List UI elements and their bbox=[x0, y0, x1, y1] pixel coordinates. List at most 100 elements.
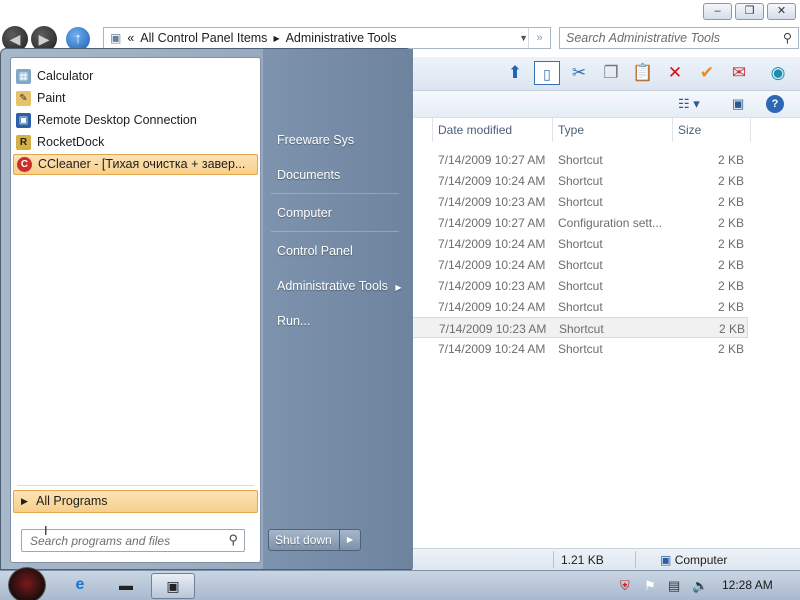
row-type: Shortcut bbox=[559, 322, 604, 336]
shutdown-button[interactable]: Shut down bbox=[268, 529, 340, 551]
row-type: Configuration sett... bbox=[558, 216, 663, 230]
search-input[interactable]: Search Administrative Tools ⚲ bbox=[559, 27, 799, 49]
divider bbox=[271, 231, 399, 232]
clock[interactable]: 12:28 AM bbox=[722, 578, 773, 592]
program-calculator[interactable]: ▦ Calculator bbox=[13, 66, 258, 87]
cut-icon[interactable]: ✂ bbox=[566, 61, 592, 85]
explorer-taskbar-icon[interactable]: ▣ bbox=[151, 573, 195, 599]
shield-icon[interactable]: ⛨ bbox=[620, 578, 630, 594]
checkmark-icon[interactable]: ✔ bbox=[694, 61, 720, 85]
system-tray: ⛨ ⚑ ▤ 🔈 12:28 AM bbox=[610, 571, 800, 600]
column-separator bbox=[672, 118, 673, 142]
start-menu: ▦ Calculator ✎ Paint ▣ Remote Desktop Co… bbox=[0, 48, 413, 570]
row-size: 2 KB bbox=[717, 258, 744, 272]
volume-icon[interactable]: 🔈 bbox=[692, 578, 708, 594]
status-location: ▣ Computer bbox=[660, 553, 727, 567]
column-headers: Date modified Type Size bbox=[410, 118, 800, 142]
close-button[interactable]: ✕ bbox=[767, 3, 796, 20]
row-date: 7/14/2009 10:24 AM bbox=[438, 174, 546, 188]
preview-pane-icon[interactable]: ▣ bbox=[732, 95, 744, 113]
program-label: RocketDock bbox=[37, 135, 105, 149]
table-row[interactable]: 7/14/2009 10:24 AM Shortcut 2 KB bbox=[410, 296, 800, 317]
start-item-freeware-sys[interactable]: Freeware Sys bbox=[277, 133, 354, 147]
start-item-administrative-tools[interactable]: Administrative Tools ▶ bbox=[277, 279, 402, 293]
table-row[interactable]: 7/14/2009 10:23 AM Shortcut 2 KB bbox=[410, 191, 800, 212]
views-icon[interactable]: ☷ ▾ bbox=[678, 95, 700, 113]
row-type: Shortcut bbox=[558, 174, 603, 188]
file-list: 7/14/2009 10:27 AM Shortcut 2 KB 7/14/2009… bbox=[410, 149, 800, 359]
globe-icon[interactable]: ◉ bbox=[765, 61, 791, 85]
start-item-computer[interactable]: Computer bbox=[277, 206, 332, 220]
pane-icon[interactable]: ▯ bbox=[534, 61, 560, 85]
programs-pane: ▦ Calculator ✎ Paint ▣ Remote Desktop Co… bbox=[10, 57, 261, 563]
program-rocketdock[interactable]: R RocketDock bbox=[13, 132, 258, 153]
row-date: 7/14/2009 10:24 AM bbox=[438, 300, 546, 314]
ie-taskbar-icon[interactable]: e bbox=[58, 573, 102, 599]
start-item-run[interactable]: Run... bbox=[277, 314, 310, 328]
breadcrumb-admin-tools[interactable]: Administrative Tools bbox=[286, 31, 397, 45]
table-row[interactable]: 7/14/2009 10:24 AM Shortcut 2 KB bbox=[410, 254, 800, 275]
all-programs-label: All Programs bbox=[36, 494, 108, 508]
refresh-button[interactable]: » bbox=[528, 28, 550, 48]
submenu-arrow-icon: ▶ bbox=[395, 283, 402, 292]
row-size: 2 KB bbox=[717, 237, 744, 251]
row-date: 7/14/2009 10:24 AM bbox=[438, 258, 546, 272]
search-icon[interactable]: ⚲ bbox=[783, 30, 792, 45]
maximize-button[interactable]: ❐ bbox=[735, 3, 764, 20]
column-type[interactable]: Type bbox=[558, 123, 584, 137]
address-overflow[interactable]: « bbox=[127, 31, 134, 45]
program-label: Remote Desktop Connection bbox=[37, 113, 197, 127]
table-row[interactable]: 7/14/2009 10:24 AM Shortcut 2 KB bbox=[410, 338, 800, 359]
help-icon[interactable]: ? bbox=[766, 95, 784, 113]
address-bar[interactable]: ▣ « All Control Panel Items ▶ Administra… bbox=[103, 27, 551, 49]
up-icon[interactable]: ⬆ bbox=[502, 61, 528, 85]
row-date: 7/14/2009 10:23 AM bbox=[438, 279, 546, 293]
remote-desktop-icon: ▣ bbox=[16, 113, 31, 128]
row-size: 2 KB bbox=[717, 279, 744, 293]
start-item-label: Administrative Tools bbox=[277, 279, 388, 293]
table-row[interactable]: 7/14/2009 10:27 AM Configuration sett... 2… bbox=[410, 212, 800, 233]
search-icon[interactable]: ⚲ bbox=[228, 532, 238, 548]
row-size: 2 KB bbox=[717, 195, 744, 209]
row-type: Shortcut bbox=[558, 195, 603, 209]
program-remote-desktop[interactable]: ▣ Remote Desktop Connection bbox=[13, 110, 258, 131]
all-programs-button[interactable]: ▶ All Programs bbox=[13, 490, 258, 513]
program-label: Calculator bbox=[37, 69, 94, 83]
column-size[interactable]: Size bbox=[678, 123, 701, 137]
table-row[interactable]: 7/14/2009 10:24 AM Shortcut 2 KB bbox=[410, 170, 800, 191]
row-type: Shortcut bbox=[558, 153, 603, 167]
toolbar: ⬆ ▯ ✂ ❐ 📋 ✕ ✔ ✉ ◉ bbox=[410, 57, 800, 91]
table-row[interactable]: 7/14/2009 10:23 AM Shortcut 2 KB bbox=[410, 275, 800, 296]
table-row-hovered[interactable]: 7/14/2009 10:23 AM Shortcut 2 KB bbox=[412, 317, 748, 338]
paint-icon: ✎ bbox=[16, 91, 31, 106]
ccleaner-icon: C bbox=[17, 157, 32, 172]
minimize-button[interactable]: – bbox=[703, 3, 732, 20]
start-button[interactable] bbox=[8, 567, 46, 600]
start-item-documents[interactable]: Documents bbox=[277, 168, 340, 182]
table-row[interactable]: 7/14/2009 10:24 AM Shortcut 2 KB bbox=[410, 233, 800, 254]
column-date-modified[interactable]: Date modified bbox=[438, 123, 512, 137]
mail-icon[interactable]: ✉ bbox=[726, 61, 752, 85]
delete-icon[interactable]: ✕ bbox=[662, 61, 688, 85]
copy-icon[interactable]: ❐ bbox=[598, 61, 624, 85]
paste-icon[interactable]: 📋 bbox=[630, 61, 656, 85]
program-paint[interactable]: ✎ Paint bbox=[13, 88, 258, 109]
column-separator bbox=[750, 118, 751, 142]
start-item-control-panel[interactable]: Control Panel bbox=[277, 244, 353, 258]
network-icon[interactable]: ▤ bbox=[668, 578, 680, 594]
breadcrumb-separator-icon: ▶ bbox=[273, 33, 280, 43]
status-size: 1.21 KB bbox=[561, 553, 604, 567]
table-row[interactable]: 7/14/2009 10:27 AM Shortcut 2 KB bbox=[410, 149, 800, 170]
address-dropdown-icon[interactable]: ▼ bbox=[519, 33, 528, 43]
row-type: Shortcut bbox=[558, 279, 603, 293]
computer-icon: ▣ bbox=[660, 553, 672, 567]
program-ccleaner[interactable]: C CCleaner - [Тихая очистка + завер... bbox=[13, 154, 258, 175]
breadcrumb-control-panel[interactable]: All Control Panel Items bbox=[140, 31, 267, 45]
shutdown-options-icon[interactable]: ▶ bbox=[339, 529, 361, 551]
search-placeholder: Search Administrative Tools bbox=[566, 31, 721, 45]
start-search-input[interactable]: Search programs and files ⚲ bbox=[21, 529, 245, 552]
flag-icon[interactable]: ⚑ bbox=[644, 578, 656, 594]
taskbar-app-icon[interactable]: ▬ bbox=[104, 573, 148, 599]
row-size: 2 KB bbox=[717, 342, 744, 356]
column-separator bbox=[432, 118, 433, 142]
